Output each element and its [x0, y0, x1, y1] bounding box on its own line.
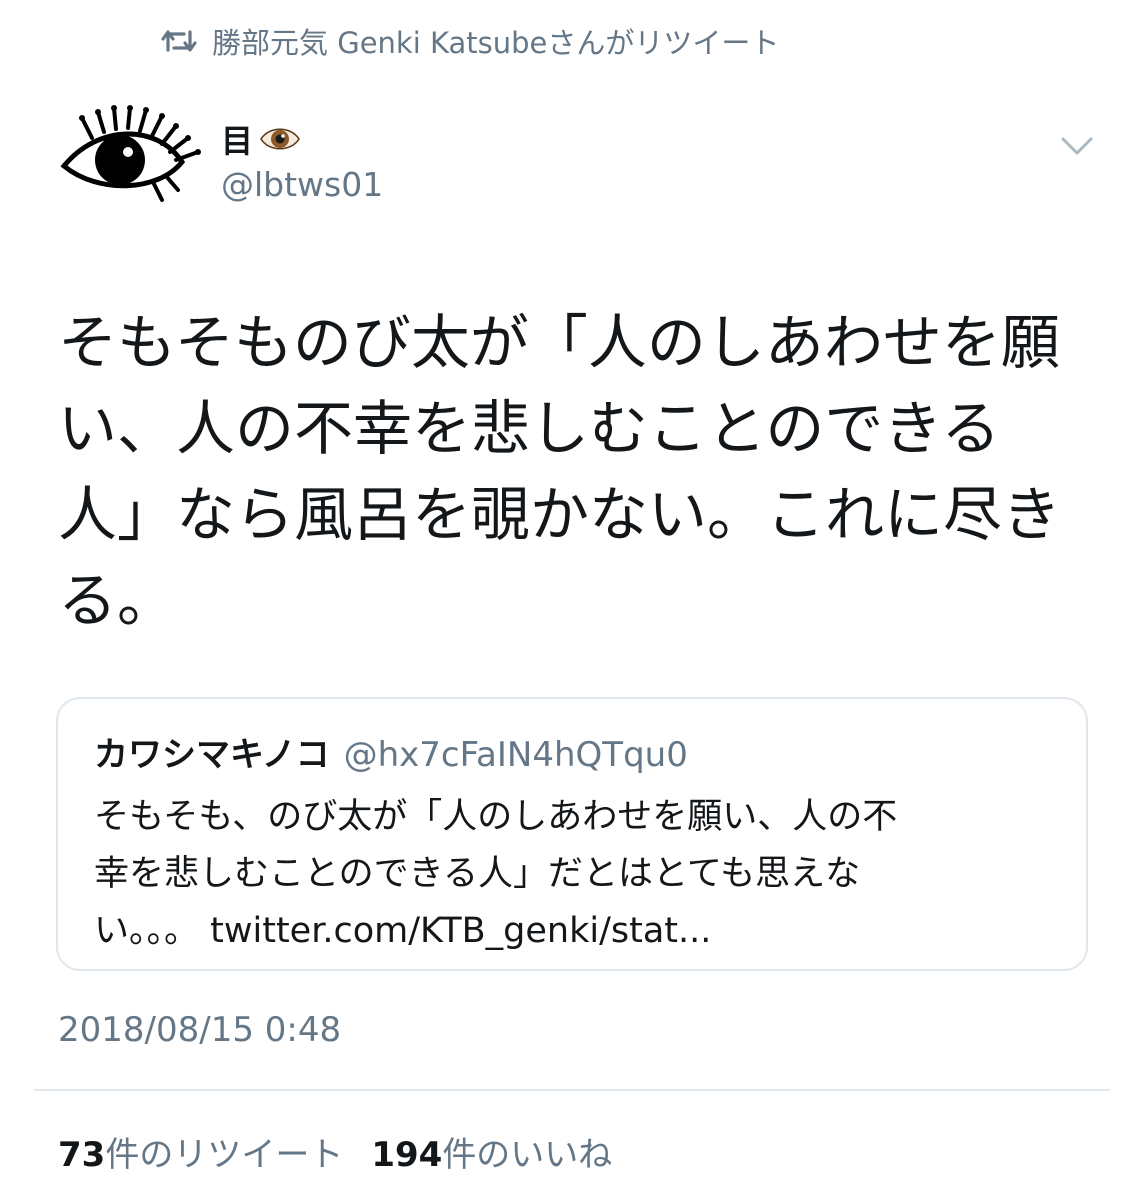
tweet-line: い、人の不幸を悲しむことのできる	[58, 394, 1001, 463]
tweet-text: そもそものび太が「人のしあわせを願 い、人の不幸を悲しむことのできる 人」なら風…	[58, 300, 1098, 644]
eye-avatar	[60, 105, 201, 202]
tweet-line: そもそものび太が「人のしあわせを願	[58, 308, 1060, 377]
quoted-tweet-line: そもそも、のび太が「人のしあわせを願い、人の不	[94, 797, 898, 837]
retweets-count: 73	[58, 1135, 106, 1175]
eye-emoji-icon	[260, 128, 300, 150]
quoted-tweet-text: そもそも、のび太が「人のしあわせを願い、人の不 幸を悲しむことのできる人」だとは…	[94, 789, 1074, 960]
retweets-stat[interactable]: 73件のリツイート	[58, 1127, 343, 1176]
chevron-down-icon[interactable]	[1060, 134, 1094, 158]
author-display-name: 目	[221, 122, 254, 160]
tweet-line: 人」なら風呂を覗かない。これに尽き	[58, 480, 1062, 549]
tweet-stats: 73件のリツイート 194件のいいね	[58, 1127, 612, 1176]
likes-count: 194	[371, 1135, 443, 1175]
likes-label: 件のいいね	[442, 1135, 613, 1175]
quoted-author-name: カワシマキノコ	[94, 735, 330, 775]
tweet-line: る。	[58, 566, 177, 635]
retweet-banner-text: 勝部元気 Genki Katsubeさんがリツイート	[212, 26, 780, 60]
likes-stat[interactable]: 194件のいいね	[371, 1127, 612, 1176]
quoted-tweet-last-line: い。。。 twitter.com/KTB_genki/stat...	[94, 903, 1074, 960]
author-handle[interactable]: @lbtws01	[221, 165, 383, 204]
tweet-timestamp[interactable]: 2018/08/15 0:48	[58, 1010, 341, 1050]
retweet-banner[interactable]: 勝部元気 Genki Katsubeさんがリツイート	[160, 18, 779, 64]
divider	[34, 1089, 1110, 1091]
quoted-tweet-header: カワシマキノコ @hx7cFaIN4hQTqu0	[94, 727, 688, 776]
author-avatar[interactable]	[58, 104, 208, 214]
author-name-row[interactable]: 目	[221, 116, 301, 162]
retweet-icon	[161, 30, 197, 52]
quoted-tweet-link[interactable]: twitter.com/KTB_genki/stat...	[210, 911, 711, 951]
quoted-tweet-line-prefix: い。。。	[94, 911, 200, 951]
quoted-tweet-card[interactable]: カワシマキノコ @hx7cFaIN4hQTqu0 そもそも、のび太が「人のしあわ…	[56, 697, 1088, 971]
quoted-tweet-line: 幸を悲しむことのできる人」だとはとても思えな	[94, 854, 861, 894]
quoted-author-handle: @hx7cFaIN4hQTqu0	[343, 735, 688, 775]
retweets-label: 件のリツイート	[105, 1135, 344, 1175]
